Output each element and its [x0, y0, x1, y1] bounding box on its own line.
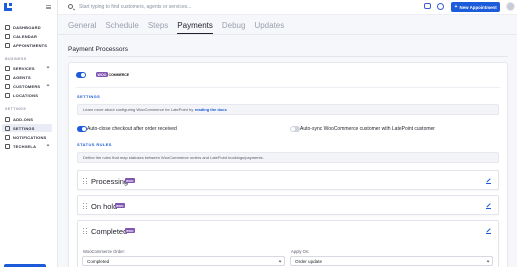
sidebar-item-appointments[interactable]: APPOINTMENTS — [2, 41, 52, 49]
woo-badge: WOO — [125, 228, 135, 233]
sidebar-section-business: BUSINESS — [5, 57, 27, 61]
woo-badge: WOO — [125, 178, 135, 183]
rule-header: Processing WOO — [78, 171, 498, 191]
sidebar-item-customers[interactable]: CUSTOMERS — [2, 82, 52, 90]
agents-icon — [5, 74, 10, 80]
woocommerce-logo: WOO COMMERCE — [96, 72, 130, 77]
sidebar-item-dashboard[interactable]: DASHBOARD — [2, 23, 52, 31]
menu-toggle-icon[interactable] — [46, 5, 51, 9]
sidebar-item-add-ons[interactable]: ADD-ONS — [2, 115, 52, 123]
sidebar-item-calendar[interactable]: CALENDAR — [2, 32, 52, 40]
status-rules-section-label: STATUS RULES — [77, 142, 112, 147]
settings-tabs: General Schedule Steps Payments Debug Up… — [68, 21, 293, 34]
rule-title: On hold — [91, 202, 118, 211]
top-bar: + New Appointment — [58, 0, 517, 15]
drag-handle-icon[interactable] — [83, 228, 87, 234]
tab-payments[interactable]: Payments — [177, 21, 213, 34]
search-icon — [68, 4, 73, 9]
plus-icon: + — [454, 4, 458, 10]
sidebar-item-settings[interactable]: SETTINGS — [2, 124, 52, 132]
customers-icon — [5, 83, 10, 89]
autosync-label: Auto-sync WooCommerce customer with Late… — [300, 125, 435, 132]
settings-section-label: SETTINGS — [77, 94, 101, 99]
status-rules-info-box: Define the rules that map statuses betwe… — [77, 152, 499, 163]
sidebar-item-services[interactable]: SERVICES — [2, 64, 52, 72]
docs-link[interactable]: reading the docs — [195, 107, 227, 112]
avatar[interactable] — [506, 2, 515, 11]
processor-enabled-toggle[interactable] — [76, 72, 86, 78]
sidebar: DASHBOARD CALENDAR APPOINTMENTS BUSINESS… — [0, 0, 58, 267]
settings-icon — [5, 125, 10, 131]
woo-order-label: WooCommerce Order: — [83, 249, 126, 254]
gear-icon[interactable] — [437, 3, 444, 10]
appointments-icon — [5, 42, 10, 48]
tab-updates[interactable]: Updates — [254, 21, 284, 34]
edit-icon[interactable] — [486, 203, 491, 209]
autoclose-toggle[interactable] — [77, 126, 87, 132]
dashboard-icon — [5, 24, 10, 30]
techxela-icon — [5, 143, 10, 149]
tabs-divider — [58, 34, 517, 35]
add-ons-icon — [5, 116, 10, 122]
autoclose-label: Auto-close checkout after order received — [87, 125, 177, 132]
sidebar-item-techxela[interactable]: TECHXELA — [2, 142, 52, 150]
tab-debug[interactable]: Debug — [222, 21, 246, 34]
title-divider — [68, 56, 508, 57]
app-window: DASHBOARD CALENDAR APPOINTMENTS BUSINESS… — [0, 0, 517, 267]
tab-steps[interactable]: Steps — [148, 21, 168, 34]
rule-header: Completed WOO — [78, 221, 498, 241]
tab-general[interactable]: General — [68, 21, 96, 34]
settings-info-box: Learn more about configuring WooCommerce… — [77, 104, 499, 115]
inbox-icon[interactable] — [424, 3, 431, 9]
woo-badge: WOO — [115, 203, 125, 208]
card-divider — [76, 87, 500, 88]
status-rule-on-hold[interactable]: On hold WOO — [77, 195, 499, 215]
rule-header: On hold WOO — [78, 196, 498, 216]
chevron-down-icon — [46, 83, 50, 87]
sidebar-section-settings: SETTINGS — [5, 107, 27, 111]
autosync-toggle[interactable] — [290, 126, 300, 132]
sidebar-item-locations[interactable]: LOCATIONS — [2, 91, 52, 99]
drag-handle-icon[interactable] — [83, 178, 87, 184]
search-input[interactable] — [79, 3, 279, 11]
apply-on-label: Apply On: — [291, 249, 310, 254]
locations-icon — [5, 92, 10, 98]
sidebar-item-agents[interactable]: AGENTS — [2, 73, 52, 81]
sidebar-item-notifications[interactable]: NOTIFICATIONS — [2, 133, 52, 141]
calendar-icon — [5, 33, 10, 39]
notifications-icon — [5, 134, 10, 140]
chevron-down-icon — [46, 65, 50, 69]
edit-icon[interactable] — [486, 178, 491, 184]
status-rule-processing[interactable]: Processing WOO — [77, 170, 499, 190]
latepoint-logo[interactable] — [4, 3, 12, 11]
services-icon — [5, 65, 10, 71]
woo-order-select[interactable]: Completed — [82, 256, 285, 266]
chevron-down-icon — [46, 143, 50, 147]
apply-on-select[interactable]: Order update — [290, 256, 493, 266]
chevron-down-icon — [278, 259, 282, 263]
edit-icon[interactable] — [486, 228, 491, 234]
chevron-down-icon — [486, 259, 490, 263]
page-title: Payment Processors — [68, 46, 128, 53]
rule-title: Processing — [91, 177, 129, 186]
drag-handle-icon[interactable] — [83, 203, 87, 209]
new-appointment-button[interactable]: + New Appointment — [451, 2, 500, 12]
rule-title: Completed — [91, 227, 128, 236]
tab-schedule[interactable]: Schedule — [105, 21, 138, 34]
